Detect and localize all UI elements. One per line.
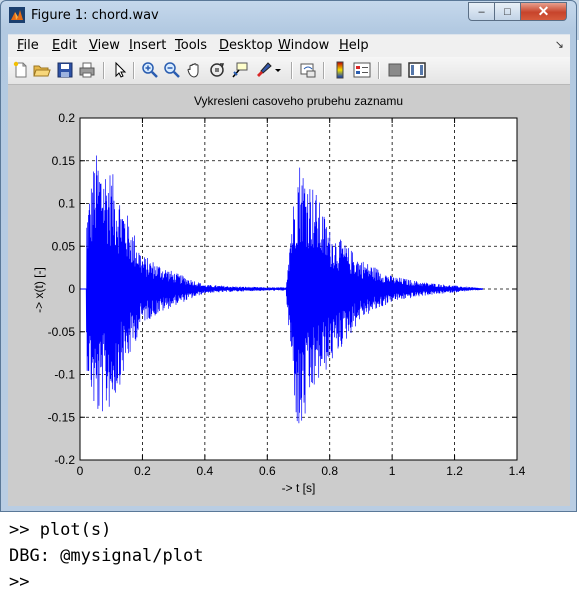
pan-hand-icon[interactable]	[186, 61, 204, 79]
menu-bar: File Edit View Insert Tools Desktop Wind…	[8, 34, 570, 57]
console-line: DBG: @mysignal/plot	[9, 546, 204, 566]
window-title: Figure 1: chord.wav	[31, 8, 159, 23]
toolbar-separator	[103, 62, 105, 79]
y-tick-label: -0.1	[54, 368, 75, 382]
y-tick-label: 0.05	[52, 239, 76, 253]
minimize-icon: –	[478, 5, 485, 18]
menu-file[interactable]: File	[17, 38, 39, 53]
x-tick-label: 0	[77, 464, 84, 478]
toolbar-separator	[133, 62, 135, 79]
y-tick-label: 0.15	[52, 154, 76, 168]
toolbar-separator	[378, 62, 380, 79]
x-tick-label: 0.2	[134, 464, 151, 478]
y-tick-label: 0.1	[58, 197, 75, 211]
menu-view[interactable]: View	[89, 38, 120, 53]
y-tick-label: -0.2	[54, 453, 75, 467]
maximize-icon: □	[504, 5, 511, 18]
x-tick-label: 0.8	[321, 464, 338, 478]
close-icon: ✕	[537, 3, 550, 19]
new-figure-icon[interactable]	[12, 61, 30, 79]
plot-axes[interactable]: 0 0.2 0.4 0.6 0.8 1 1.2 1.4 0.2 0.15 0.1 0.05 0 -0.05…	[8, 85, 570, 506]
x-tick-label: 0.4	[197, 464, 214, 478]
menu-tools[interactable]: Tools	[175, 38, 207, 53]
title-bar[interactable]: Figure 1: chord.wav – □ ✕	[1, 1, 576, 31]
figure-toolbar	[8, 57, 570, 85]
y-tick-label: 0.2	[58, 111, 75, 125]
brush-icon[interactable]	[255, 61, 273, 79]
matlab-figure-icon	[9, 7, 25, 23]
maximize-button[interactable]: □	[494, 2, 521, 21]
toolbar-separator	[323, 62, 325, 79]
y-tick-label: -0.05	[48, 325, 76, 339]
dock-arrow-icon[interactable]: ↘	[555, 38, 564, 51]
open-file-icon[interactable]	[33, 61, 51, 79]
menu-insert[interactable]: Insert	[129, 38, 166, 53]
x-tick-label: 1.2	[446, 464, 463, 478]
console-line: >> plot(s)	[9, 520, 112, 540]
insert-colorbar-icon[interactable]	[331, 61, 349, 79]
hide-plot-tools-icon[interactable]	[386, 61, 404, 79]
figure-canvas: Vykresleni casoveho prubehu zaznamu 0 0.2…	[8, 85, 570, 506]
data-cursor-icon[interactable]	[231, 61, 249, 79]
save-icon[interactable]	[56, 61, 74, 79]
toolbar-separator	[291, 62, 293, 79]
show-plot-tools-icon[interactable]	[408, 61, 426, 79]
edit-plot-arrow-icon[interactable]	[111, 61, 129, 79]
print-icon[interactable]	[78, 61, 96, 79]
x-axis-label: -> t [s]	[281, 481, 316, 495]
minimize-button[interactable]: –	[468, 2, 495, 21]
x-tick-label: 0.6	[259, 464, 276, 478]
x-tick-label: 1.4	[509, 464, 526, 478]
brush-dropdown-icon[interactable]	[273, 61, 283, 79]
close-button[interactable]: ✕	[520, 2, 567, 21]
menu-desktop[interactable]: Desktop	[219, 38, 273, 53]
menu-help[interactable]: Help	[339, 38, 369, 53]
figure-window: Figure 1: chord.wav – □ ✕ File Edit View…	[0, 0, 577, 512]
command-window[interactable]: >> plot(s) DBG: @mysignal/plot >>	[0, 512, 579, 595]
menu-edit[interactable]: Edit	[52, 38, 77, 53]
y-tick-label: -0.15	[48, 410, 76, 424]
menu-window[interactable]: Window	[278, 38, 329, 53]
zoom-out-icon[interactable]	[163, 61, 181, 79]
x-tick-label: 1	[389, 464, 396, 478]
y-tick-label: 0	[68, 282, 75, 296]
rotate-3d-icon[interactable]	[208, 61, 226, 79]
console-prompt[interactable]: >>	[9, 572, 29, 592]
zoom-in-icon[interactable]	[141, 61, 159, 79]
y-axis-label: -> x(t) [-]	[32, 267, 46, 313]
insert-legend-icon[interactable]	[353, 61, 371, 79]
link-plot-icon[interactable]	[299, 61, 317, 79]
